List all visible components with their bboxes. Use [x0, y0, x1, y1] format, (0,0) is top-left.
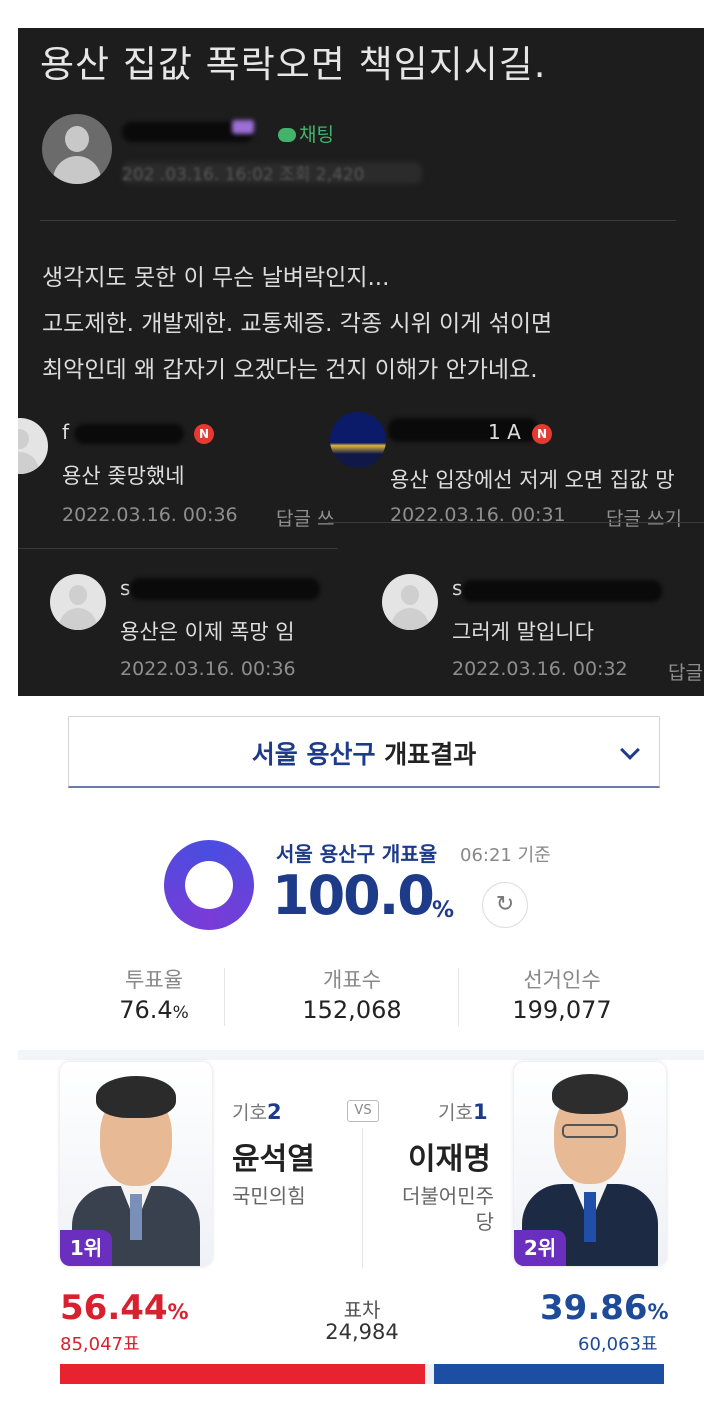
post-body-line: 생각지도 못한 이 무슨 날벼락인지...: [42, 265, 390, 291]
comment-text: 그러게 말입니다: [452, 620, 594, 644]
symbol-label: 기호1: [438, 1100, 488, 1124]
author-level-icon: [232, 120, 254, 134]
post-title: 용산 집값 폭락오면 책임지시길.: [40, 43, 547, 86]
winner-percentage: 56.44%: [60, 1288, 189, 1328]
comment-avatar[interactable]: [18, 418, 48, 474]
reply-button[interactable]: 답글 쓰: [276, 504, 334, 531]
rank-badge: 2위: [514, 1230, 566, 1266]
header-divider: [40, 220, 676, 221]
chat-label: 채팅: [299, 124, 334, 146]
donut-center: [185, 861, 233, 909]
vote-share-bar-second: [434, 1364, 664, 1384]
rank-badge: 1위: [60, 1230, 112, 1266]
comment-date: 2022.03.16. 00:36: [120, 658, 296, 680]
candidate-party: 국민의힘: [232, 1184, 306, 1208]
stat-divider: [224, 968, 225, 1026]
stat-divider: [458, 968, 459, 1026]
comment-avatar[interactable]: [50, 574, 106, 630]
vote-gap-value: 24,984: [325, 1320, 399, 1344]
winner-votes: 85,047표: [60, 1334, 140, 1355]
count-rate-unit: %: [432, 898, 455, 923]
post-body-line: 최악인데 왜 갑자기 오겠다는 건지 이해가 안가네요.: [42, 357, 538, 383]
comment-text: 용산은 이제 폭망 임: [120, 620, 295, 644]
runnerup-votes: 60,063표: [578, 1334, 658, 1355]
count-time: 06:21 기준: [460, 845, 551, 866]
symbol-label: 기호2: [232, 1100, 282, 1124]
dropdown-suffix: 개표결과: [375, 740, 477, 769]
refresh-icon[interactable]: ↻: [482, 882, 528, 928]
comment-date: 2022.03.16. 00:36: [62, 504, 238, 526]
comment-avatar-photo[interactable]: [330, 412, 386, 468]
chat-link[interactable]: 채팅: [278, 120, 334, 147]
comment-author: s: [452, 576, 463, 600]
turnout-label: 투표율: [125, 968, 183, 992]
turnout-value: 76.4%: [119, 996, 189, 1024]
reply-button[interactable]: 답글: [668, 658, 703, 685]
counted-value: 152,068: [302, 996, 402, 1024]
vote-share-bar: [60, 1364, 664, 1384]
count-rate-value: 100.0: [272, 864, 435, 927]
new-badge: N: [194, 424, 214, 444]
vs-badge: VS: [347, 1100, 379, 1122]
reply-button[interactable]: 답글 쓰기: [606, 504, 682, 531]
left-margin: [0, 0, 18, 1408]
meta-redaction: [122, 162, 422, 184]
electorate-label: 선거인수: [523, 968, 601, 992]
new-badge: N: [532, 424, 552, 444]
vote-share-bar-first: [60, 1364, 426, 1384]
forum-post-screenshot: 용산 집값 폭락오면 책임지시길. 채팅 202 .03.16. 16:02 조…: [18, 28, 704, 696]
comment-author: 1 A: [488, 420, 521, 444]
comment-text: 용산 입장에선 저게 오면 집값 망: [390, 468, 675, 492]
comment-divider: [328, 522, 704, 523]
candidate-party: 당: [475, 1210, 494, 1234]
post-body-line: 고도제한. 개발제한. 교통체증. 각종 시위 이게 섞이면: [42, 311, 553, 337]
section-gap: [18, 1050, 704, 1060]
counted-label: 개표수: [323, 968, 381, 992]
right-margin: [704, 0, 720, 1408]
candidate-party: 더불어민주: [402, 1184, 494, 1208]
comment-author: s: [120, 576, 131, 600]
electorate-value: 199,077: [512, 996, 612, 1024]
election-result-panel: 서울 용산구 개표결과 서울 용산구 개표율 06:21 기준 100.0 % …: [18, 696, 704, 1408]
chat-bubble-icon: [278, 128, 296, 142]
comment-date: 2022.03.16. 00:32: [452, 658, 628, 680]
candidate-photo-lee[interactable]: 2위: [514, 1062, 666, 1266]
comment-text: 용산 좆망했네: [62, 464, 185, 488]
author-avatar[interactable]: [42, 114, 112, 184]
runnerup-percentage: 39.86%: [540, 1288, 669, 1328]
comment-avatar[interactable]: [382, 574, 438, 630]
count-rate-label: 서울 용산구 개표율: [276, 842, 438, 866]
candidate-photo-yoon[interactable]: 1위: [60, 1062, 212, 1266]
comment-author: f: [62, 420, 70, 444]
candidate-name: 윤석열: [232, 1142, 315, 1177]
redacted-comment-author: [462, 580, 662, 602]
region-dropdown[interactable]: 서울 용산구 개표결과: [68, 716, 660, 788]
versus-divider: [362, 1128, 363, 1268]
redacted-comment-author: [130, 578, 320, 600]
redacted-comment-author: [74, 424, 184, 444]
dropdown-region: 서울 용산구: [251, 740, 376, 769]
vote-gap-label: 표차: [343, 1298, 381, 1322]
comment-divider: [18, 548, 338, 549]
candidate-name: 이재명: [408, 1142, 491, 1177]
